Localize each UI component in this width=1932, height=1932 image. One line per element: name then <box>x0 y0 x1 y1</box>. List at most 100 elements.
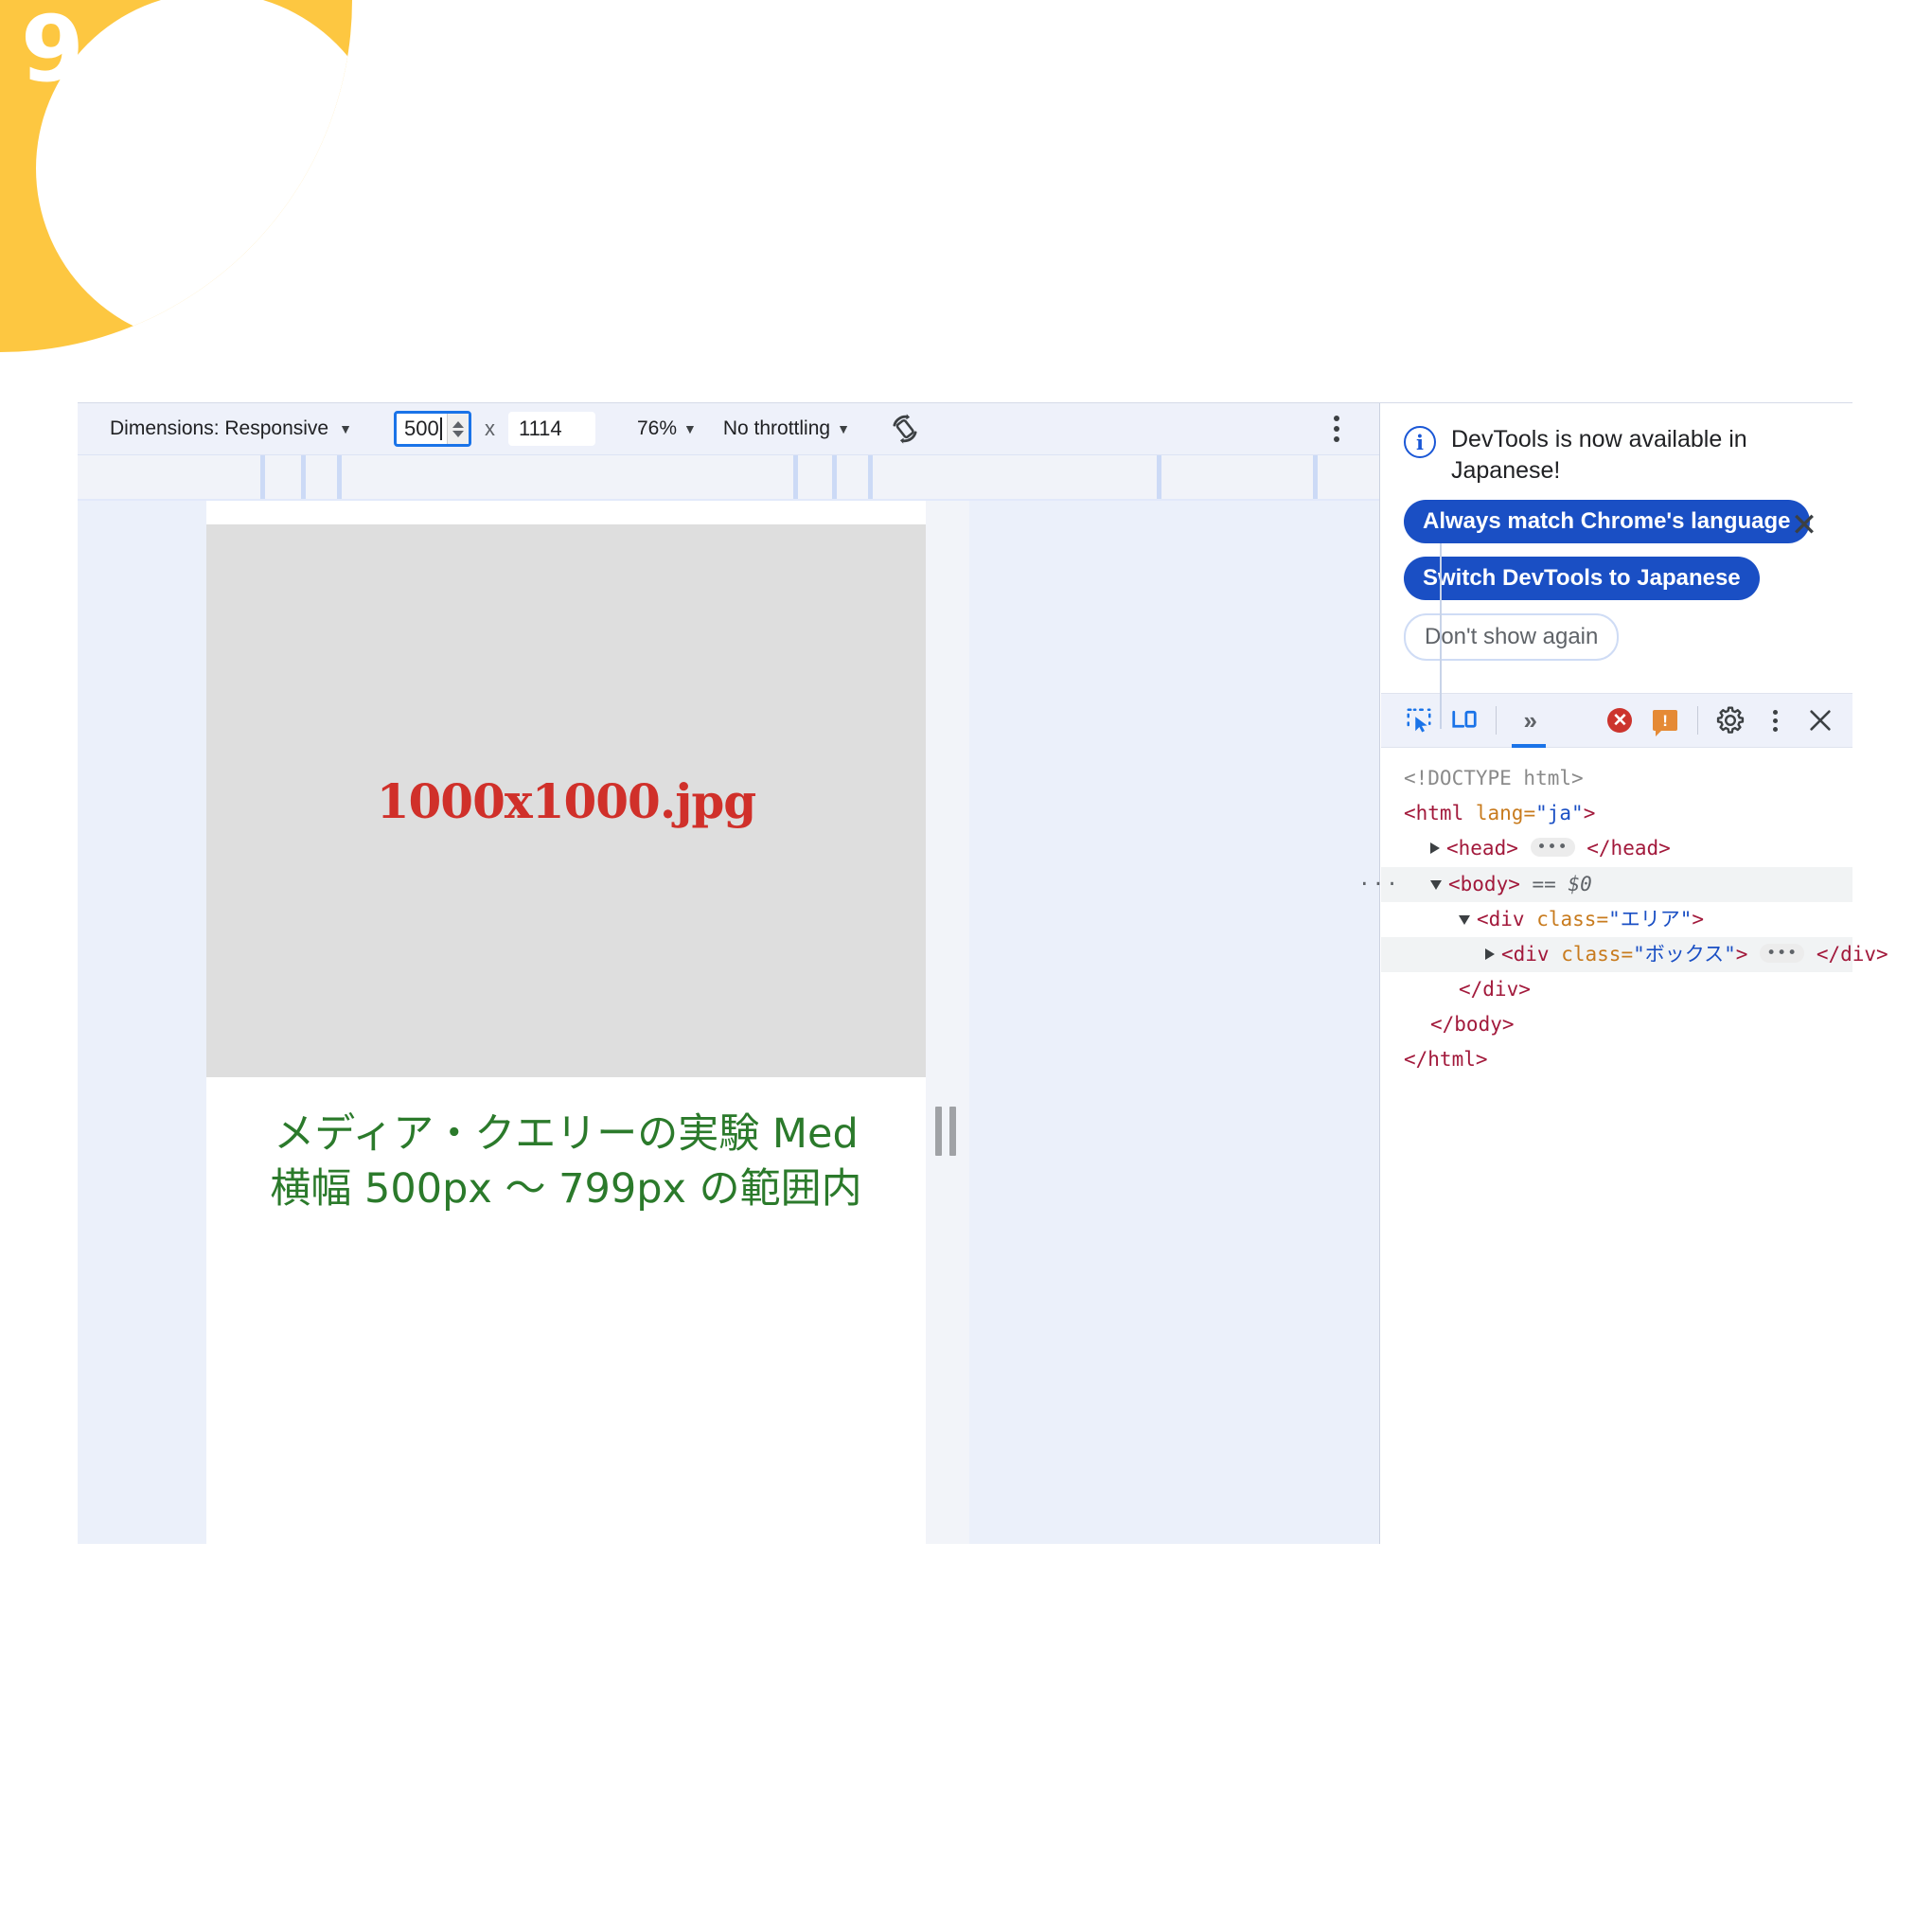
gear-icon[interactable] <box>1710 699 1751 742</box>
devtools-close-icon[interactable] <box>1799 699 1841 742</box>
collapse-triangle-icon[interactable] <box>1430 879 1442 890</box>
div-box-close-tag: </div> <box>1816 942 1888 966</box>
media-query-tick[interactable] <box>301 455 306 499</box>
tree-guide-line <box>1440 543 1442 729</box>
dom-line-div-area-close[interactable]: </div> <box>1381 972 1852 1007</box>
stepper-down-icon[interactable] <box>452 430 464 437</box>
height-input[interactable]: 1114 <box>507 412 595 446</box>
media-query-inspector[interactable] <box>78 454 1379 502</box>
div-area-attr-value: "エリア" <box>1608 907 1693 931</box>
dot <box>1772 726 1778 732</box>
dom-line-doctype[interactable]: <!DOCTYPE html> <box>1381 761 1852 796</box>
doctype-text: <!DOCTYPE html> <box>1404 767 1584 789</box>
head-open-tag: <head> <box>1446 837 1518 860</box>
handle-bar <box>935 1107 942 1156</box>
size-controls: 500 x 1114 <box>393 411 595 447</box>
dom-line-div-area[interactable]: <div class="エリア"> <box>1381 902 1852 937</box>
selected-node-marker: == $0 <box>1532 872 1592 895</box>
always-match-language-button[interactable]: Always match Chrome's language <box>1404 500 1810 543</box>
div-area-tag: <div <box>1477 907 1525 931</box>
toolbar-divider <box>1496 706 1498 735</box>
body-close-tag: </body> <box>1430 1013 1515 1037</box>
media-query-tick[interactable] <box>260 455 265 499</box>
collapsed-content-icon[interactable]: ••• <box>1530 838 1575 858</box>
media-query-tick[interactable] <box>793 455 798 499</box>
div-box-attr-value: "ボックス" <box>1633 942 1736 966</box>
body-open-tag: <body> <box>1448 872 1520 895</box>
dont-show-again-button[interactable]: Don't show again <box>1404 613 1620 661</box>
image-placeholder-label: 1000x1000.jpg <box>376 772 757 829</box>
device-emulation-pane: Dimensions: Responsive ▼ 500 x 1114 76% … <box>78 403 1380 1544</box>
media-query-tick[interactable] <box>868 455 873 499</box>
handle-bar <box>949 1107 956 1156</box>
div-area-attr-name: class <box>1536 907 1597 931</box>
viewport-resize-handle[interactable] <box>935 1107 956 1156</box>
zoom-value: 76% <box>636 417 677 439</box>
throttling-selector[interactable]: No throttling ▼ <box>723 417 850 440</box>
throttling-value: No throttling <box>722 417 831 439</box>
expand-triangle-icon[interactable] <box>1485 948 1495 960</box>
corner-badge-number: 9 <box>21 0 84 102</box>
warning-count-badge[interactable]: ! <box>1644 699 1686 742</box>
media-query-tick[interactable] <box>1157 455 1161 499</box>
dom-line-html-close[interactable]: </html> <box>1381 1042 1852 1077</box>
html-attr-name: lang <box>1475 802 1524 825</box>
media-query-tick[interactable] <box>337 455 342 499</box>
switch-to-japanese-button[interactable]: Switch DevTools to Japanese <box>1404 557 1760 600</box>
dot <box>1772 709 1778 715</box>
viewport-scrollbar[interactable] <box>926 501 969 1544</box>
width-input[interactable]: 500 <box>393 411 471 447</box>
expand-triangle-icon[interactable] <box>1430 842 1440 855</box>
media-query-tick[interactable] <box>1313 455 1318 499</box>
more-tabs-chevron-icon[interactable]: » <box>1508 699 1550 748</box>
html-attr-value: "ja" <box>1535 802 1584 825</box>
dot <box>1334 426 1339 432</box>
stepper-up-icon[interactable] <box>452 420 464 428</box>
inspect-element-icon[interactable] <box>1398 699 1440 742</box>
collapse-triangle-icon[interactable] <box>1459 914 1470 925</box>
page-text-line-1: メディア・クエリーの実験 Med <box>274 1110 859 1158</box>
toolbar-more-options-icon[interactable] <box>1328 410 1345 448</box>
div-box-tag: <div <box>1501 942 1550 966</box>
width-stepper[interactable] <box>446 414 469 444</box>
page-text-line-2: 横幅 500px 〜 799px の範囲内 <box>270 1165 862 1214</box>
language-notice: i DevTools is now available in Japanese!… <box>1381 403 1852 693</box>
zoom-selector[interactable]: 76% ▼ <box>637 417 697 440</box>
kebab-menu-icon <box>1772 709 1778 732</box>
warning-icon: ! <box>1653 710 1678 736</box>
devtools-window: Dimensions: Responsive ▼ 500 x 1114 76% … <box>78 402 1888 1544</box>
dot <box>1334 436 1339 442</box>
dimensions-label: Dimensions: Responsive <box>110 417 329 439</box>
chevron-down-icon: ▼ <box>837 421 850 436</box>
div-box-attr-name: class <box>1561 942 1622 966</box>
devtools-menu-icon[interactable] <box>1755 699 1797 742</box>
dom-line-body-close[interactable]: </body> <box>1381 1007 1852 1042</box>
toolbar-divider <box>1696 706 1698 735</box>
notice-message: DevTools is now available in Japanese! <box>1451 426 1747 484</box>
html-close-tag: </html> <box>1404 1048 1488 1072</box>
html-close-bracket: > <box>1583 802 1596 825</box>
collapsed-content-icon[interactable]: ••• <box>1760 943 1805 963</box>
device-toolbar-icon[interactable] <box>1444 699 1485 742</box>
media-query-tick[interactable] <box>832 455 837 499</box>
chevron-down-icon: ▼ <box>683 421 697 436</box>
dom-line-div-box[interactable]: <div class="ボックス"> ••• </div> <box>1381 936 1888 973</box>
text-cursor <box>439 417 442 440</box>
rotate-device-icon[interactable] <box>886 410 924 448</box>
dom-line-html-open[interactable]: <html lang="ja"> <box>1381 796 1852 831</box>
error-count-badge[interactable]: ✕ <box>1600 699 1641 742</box>
device-toolbar: Dimensions: Responsive ▼ 500 x 1114 76% … <box>78 403 1379 454</box>
multiply-symbol: x <box>484 417 495 440</box>
notice-actions: Always match Chrome's language Switch De… <box>1404 500 1834 674</box>
dot <box>1334 416 1339 421</box>
image-placeholder: 1000x1000.jpg <box>206 524 926 1077</box>
notice-header: i DevTools is now available in Japanese! <box>1404 424 1834 487</box>
node-menu-icon[interactable]: ··· <box>1358 869 1400 900</box>
close-icon[interactable]: ✕ <box>1788 509 1820 541</box>
corner-badge: 9 <box>0 0 352 352</box>
dom-line-head[interactable]: <head> ••• </head> <box>1381 831 1852 866</box>
width-value: 500 <box>403 417 439 440</box>
dom-line-body[interactable]: ··· <body> == $0 <box>1358 866 1852 902</box>
dimensions-selector[interactable]: Dimensions: Responsive ▼ <box>110 417 352 440</box>
